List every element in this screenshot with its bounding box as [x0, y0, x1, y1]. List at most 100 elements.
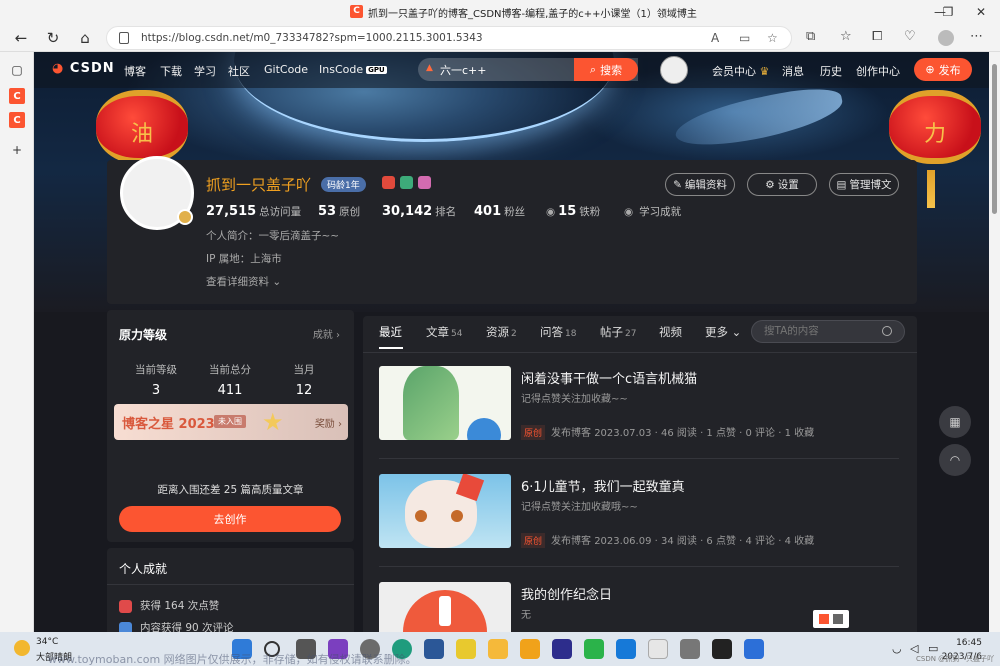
dev-app-icon[interactable] [552, 639, 572, 659]
ta-search-input[interactable] [764, 325, 874, 337]
word-icon[interactable] [424, 639, 444, 659]
maximize-button[interactable]: ❐ [935, 0, 961, 24]
read-aloud-icon[interactable]: A [711, 31, 719, 45]
nav-gitcode[interactable]: GitCode [264, 63, 308, 76]
achievement-link[interactable]: 成就 › [313, 326, 340, 341]
go-create-button[interactable]: 去创作 [119, 506, 341, 532]
qrcode-icon[interactable]: ▦ [939, 406, 971, 438]
search-button[interactable]: ⌕ 搜索 [574, 58, 638, 81]
force-level-card: 原力等级 成就 › 当前等级 3 当前总分 411 当月 12 博客之星 2023 未… [107, 310, 354, 542]
lantern-left: 油 [96, 90, 188, 164]
url-text[interactable]: https://blog.csdn.net/m0_73334782?spm=10… [141, 32, 483, 44]
stat-rank[interactable]: 30,142 排名 [382, 204, 456, 219]
tab-actions-icon[interactable]: ▢ [9, 62, 25, 78]
nav-community[interactable]: 社区 [228, 63, 250, 79]
content-feed: 最近 文章54 资源2 问答18 帖子27 视频 更多 ⌄ 闲着没事干做一个c语… [363, 316, 917, 632]
home-icon[interactable]: ⌂ [72, 27, 98, 49]
stat-iron-fans[interactable]: ◉ 15 铁粉 [546, 204, 600, 219]
nav-learn[interactable]: 学习 [194, 63, 216, 79]
browser-sidebar: ▢ C C + [0, 52, 34, 632]
more-menu-icon[interactable]: ⋯ [970, 29, 983, 44]
medal-icon-2[interactable] [400, 176, 413, 189]
stat-visits[interactable]: 27,515 总访问量 [206, 204, 301, 219]
ta-content-search[interactable] [751, 320, 905, 343]
tab-posts[interactable]: 帖子 27 [600, 324, 636, 340]
nav-download[interactable]: 下载 [160, 63, 182, 79]
article-divider [379, 566, 899, 567]
user-avatar[interactable] [660, 56, 688, 84]
article-item[interactable]: 闲着没事干做一个c语言机械猫 记得点赞关注加收藏~~ 原创 发布博客 2023.0… [379, 366, 899, 440]
sidebar-tab-csdn-1[interactable]: C [9, 88, 25, 104]
customer-service-icon[interactable]: ◠ [939, 444, 971, 476]
app-icon[interactable] [456, 639, 476, 659]
page-scrollbar[interactable] [989, 52, 1000, 632]
app-icon[interactable] [744, 639, 764, 659]
stat-followers[interactable]: 401 粉丝 [474, 204, 525, 219]
calculator-icon[interactable] [680, 639, 700, 659]
tab-more[interactable]: 更多 ⌄ [705, 324, 741, 340]
collections-icon[interactable]: ⧠ [872, 29, 882, 44]
publish-button[interactable]: ⊕ 发布 [914, 58, 972, 81]
tab-resources[interactable]: 资源 2 [486, 324, 517, 340]
tab-videos[interactable]: 视频 [659, 324, 682, 340]
star-icon: ★ [262, 408, 284, 436]
back-arrow-icon[interactable]: ← [8, 27, 34, 49]
search-icon[interactable] [882, 326, 892, 336]
nav-blog[interactable]: 博客 [124, 63, 146, 79]
app-icon[interactable] [616, 639, 636, 659]
nav-creation-center[interactable]: 创作中心 [856, 63, 900, 79]
crown-icon: ♛ [759, 65, 770, 78]
search-input[interactable] [440, 61, 570, 78]
article-title[interactable]: 闲着没事干做一个c语言机械猫 [521, 368, 697, 387]
wechat-icon[interactable] [584, 639, 604, 659]
address-bar[interactable]: https://blog.csdn.net/m0_73334782?spm=10… [106, 26, 792, 50]
article-thumbnail[interactable] [379, 582, 511, 632]
csdn-logo[interactable]: ◕ CSDN [52, 61, 115, 76]
favorites-icon[interactable]: ☆ [840, 29, 852, 44]
weather-temp[interactable]: 34°C [36, 637, 58, 647]
medal-icon-3[interactable] [418, 176, 431, 189]
app-icon[interactable] [712, 639, 732, 659]
edit-profile-button[interactable]: ✎ 编辑资料 [665, 173, 735, 196]
reward-link[interactable]: 奖励 › [315, 415, 342, 430]
manage-posts-button[interactable]: ▤ 管理博文 [829, 173, 899, 196]
learning-achievement[interactable]: ◉ 学习成就 [624, 204, 681, 219]
article-item[interactable]: 6·1儿童节，我们一起致童真 记得点赞关注加收藏哦~~ 原创 发布博客 2023.… [379, 474, 899, 548]
article-thumbnail[interactable] [379, 474, 511, 548]
wifi-icon[interactable]: ◡ [892, 642, 902, 655]
nav-messages[interactable]: 消息 [782, 63, 804, 79]
medal-icon-1[interactable] [382, 176, 395, 189]
tab-recent[interactable]: 最近 [379, 324, 402, 340]
nav-vip-center[interactable]: 会员中心 ♛ [712, 63, 769, 79]
scrollbar-thumb[interactable] [992, 64, 997, 214]
article-thumbnail[interactable] [379, 366, 511, 440]
blog-star-banner[interactable]: 博客之星 2023 未入围 ★ 奖励 › [114, 404, 348, 440]
nav-history[interactable]: 历史 [820, 63, 842, 79]
window-titlebar: C 抓到一只盖子吖的博客_CSDN博客-编程,盖子的c++小课堂（1）领域博主 … [0, 0, 1000, 24]
app-icon[interactable] [648, 639, 668, 659]
article-title[interactable]: 我的创作纪念日 [521, 584, 612, 603]
favorite-star-icon[interactable]: ☆ [767, 31, 778, 45]
tab-articles[interactable]: 文章 54 [426, 324, 462, 340]
profile-avatar[interactable] [120, 156, 194, 230]
sidebar-tab-csdn-2[interactable]: C [9, 112, 25, 128]
close-window-button[interactable]: ✕ [962, 0, 1000, 24]
tab-qa[interactable]: 问答 18 [540, 324, 576, 340]
extensions-icon[interactable]: ⧉ [806, 29, 815, 44]
profile-name[interactable]: 抓到一只盖子吖 [206, 174, 311, 195]
add-tab-icon[interactable]: + [9, 142, 25, 158]
nav-inscode[interactable]: InsCode GPU [319, 63, 387, 76]
stat-original[interactable]: 53 原创 [318, 204, 360, 219]
code-age-badge: 码龄1年 [321, 177, 366, 192]
article-title[interactable]: 6·1儿童节，我们一起致童真 [521, 476, 685, 495]
weather-sun-icon[interactable] [14, 640, 30, 656]
file-explorer-icon[interactable] [488, 639, 508, 659]
browser-essentials-icon[interactable]: ♡ [904, 29, 916, 44]
reader-view-icon[interactable]: ▭ [739, 31, 750, 45]
profile-avatar-icon[interactable] [938, 30, 954, 46]
refresh-icon[interactable]: ↻ [40, 27, 66, 49]
settings-button[interactable]: ⚙ 设置 [747, 173, 817, 196]
view-details-link[interactable]: 查看详细资料 ⌄ [206, 274, 281, 289]
comment-icon [119, 621, 132, 632]
app-icon[interactable] [520, 639, 540, 659]
